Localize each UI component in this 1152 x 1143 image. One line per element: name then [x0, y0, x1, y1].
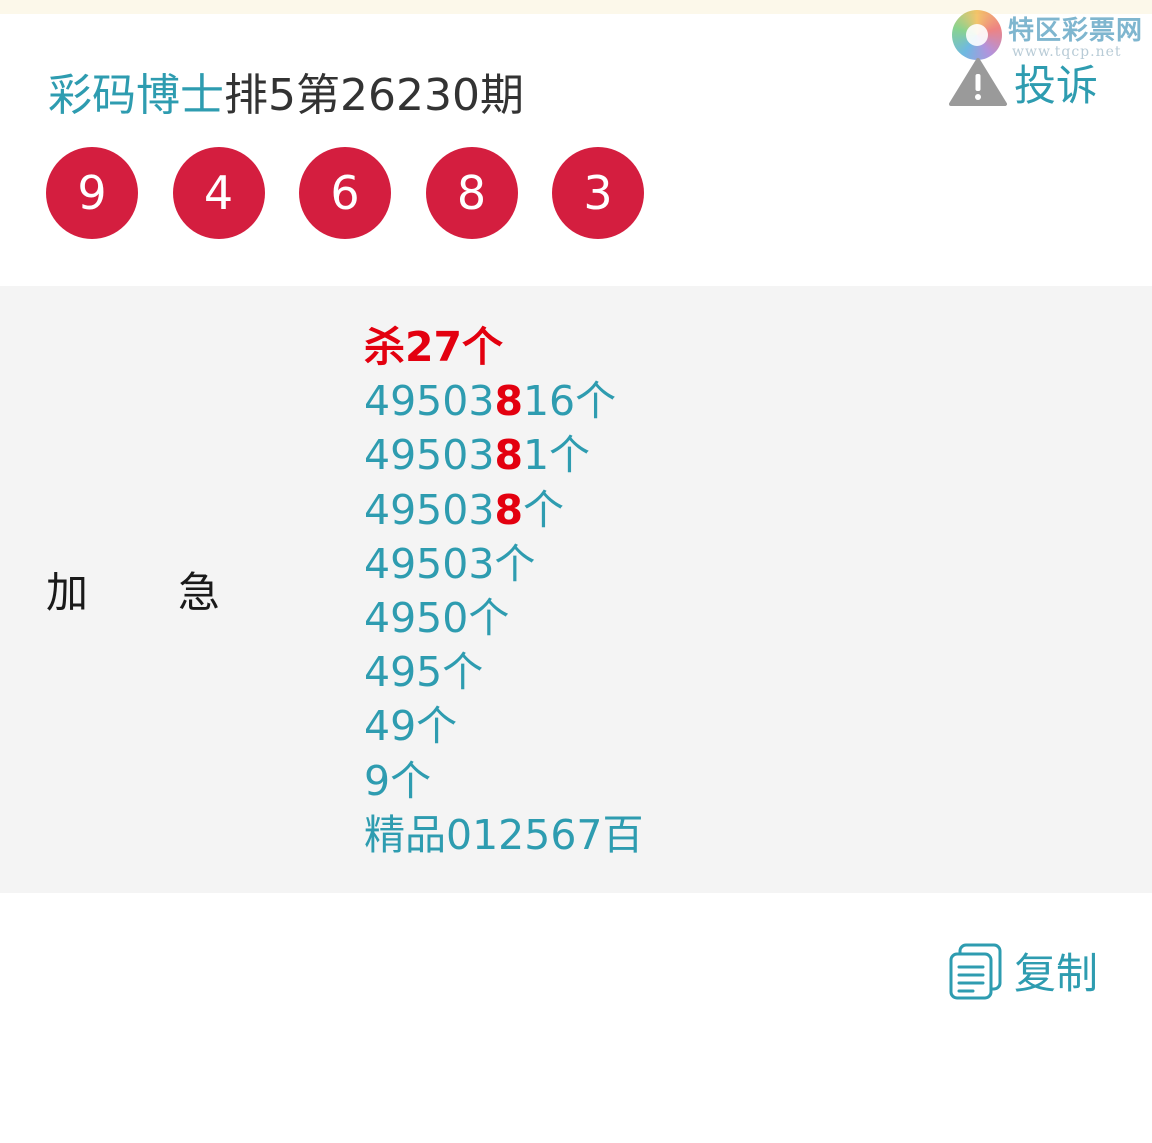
issue-title: 排5第26230期 [224, 70, 524, 121]
result-balls: 9 4 6 8 3 [46, 147, 679, 239]
prediction-panel: 加急 杀27个 49503816个 4950381个 495038个 49503… [0, 286, 1152, 893]
line-text: 4950个 [364, 593, 510, 642]
line-text: 精品012567百 [364, 810, 644, 859]
line-text: 49503 [364, 431, 495, 480]
row-label-char: 加 [46, 568, 89, 617]
watermark-name: 特区彩票网 [1008, 16, 1144, 46]
site-logo-icon [952, 10, 1002, 60]
result-ball: 9 [46, 147, 138, 239]
line-text: 495个 [364, 648, 484, 697]
line-text: 1个 [522, 431, 591, 480]
copy-icon [949, 943, 1002, 999]
warning-icon [949, 58, 1007, 106]
complaint-button[interactable]: 投诉 [948, 56, 1098, 110]
highlight-digit: 8 [494, 377, 523, 426]
result-ball: 4 [172, 147, 265, 239]
complaint-label: 投诉 [1014, 60, 1099, 110]
line-text: 49503 [364, 377, 495, 426]
author-link[interactable]: 彩码博士 [48, 70, 224, 121]
line-text: 个 [522, 485, 564, 534]
highlight-digit: 8 [494, 485, 523, 534]
line-text: 49503 [364, 485, 495, 534]
copy-label: 复制 [1014, 949, 1099, 998]
line-text: 49503个 [364, 539, 536, 588]
copy-button[interactable]: 复制 [946, 940, 1098, 1001]
result-ball: 3 [552, 147, 644, 239]
prediction-line: 4950个 [364, 591, 644, 645]
result-ball: 8 [425, 147, 518, 239]
prediction-lines: 杀27个 49503816个 4950381个 495038个 49503个 4… [364, 320, 644, 862]
row-label-char: 急 [178, 568, 221, 617]
line-text: 16个 [522, 377, 617, 426]
prediction-line: 49503个 [364, 537, 644, 591]
prediction-line: 49个 [364, 699, 644, 753]
prediction-line: 495个 [364, 645, 644, 699]
result-ball: 6 [299, 147, 391, 239]
kill-line: 杀27个 [364, 323, 504, 371]
row-label: 加急 [46, 568, 220, 618]
prediction-line: 9个 [364, 754, 644, 808]
prediction-line: 495038个 [364, 483, 644, 537]
prediction-line: 49503816个 [364, 374, 644, 428]
prediction-line: 4950381个 [364, 428, 644, 482]
page-title: 彩码博士排5第26230期 [48, 70, 524, 122]
line-text: 9个 [364, 756, 432, 805]
line-text: 49个 [364, 702, 458, 751]
prediction-line: 精品012567百 [364, 808, 644, 862]
highlight-digit: 8 [494, 431, 523, 480]
